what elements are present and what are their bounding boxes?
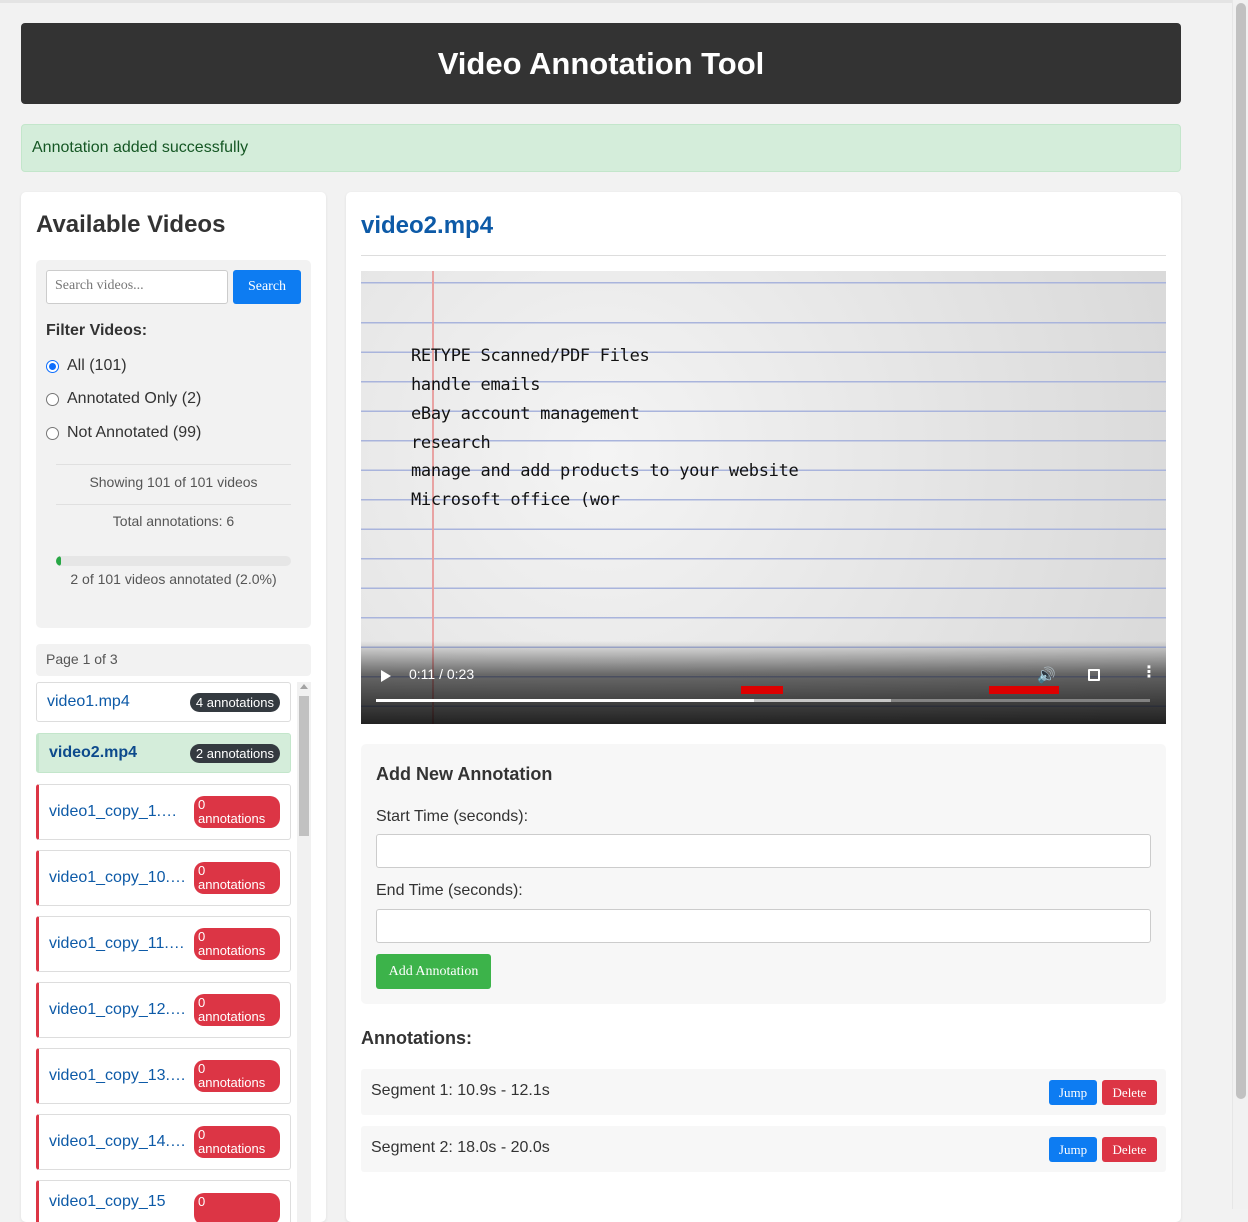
filter-option-label: Annotated Only (2) [67, 390, 202, 407]
video-sidebar: Available Videos Search videos... Search… [21, 192, 326, 1222]
annotation-row: Segment 1: 10.9s - 12.1s Jump Delete [361, 1069, 1166, 1115]
start-time-input[interactable] [376, 834, 1151, 868]
filter-label: Filter Videos: [46, 322, 148, 339]
annotation-count-badge: 0 annotations [194, 796, 280, 828]
seek-progress [376, 699, 755, 702]
annotation-row: Segment 2: 18.0s - 20.0s Jump Delete [361, 1126, 1166, 1172]
annotation-label: Segment 2: 18.0s - 20.0s [371, 1139, 550, 1156]
filter-option-label: All (101) [67, 357, 127, 374]
video-text-line: RETYPE Scanned/PDF Files [411, 346, 650, 366]
video-name: video1_copy_14.… [49, 1133, 186, 1150]
video-list-item-active[interactable]: video2.mp4 2 annotations [36, 733, 291, 773]
annotation-count-badge: 0 [194, 1193, 280, 1222]
add-annotation-button[interactable]: Add Annotation [376, 954, 491, 989]
annotation-count-badge: 0 annotations [194, 928, 280, 960]
video-list-item[interactable]: video1_copy_14.… 0 annotations [36, 1114, 291, 1170]
filter-option-all[interactable]: All (101) [46, 357, 127, 375]
video-list-item[interactable]: video1_copy_1.m… 0 annotations [36, 784, 291, 840]
search-button[interactable]: Search [233, 270, 301, 304]
scroll-up-arrow-icon[interactable] [300, 684, 308, 689]
annotation-count-badge: 2 annotations [189, 743, 280, 763]
filter-option-annotated[interactable]: Annotated Only (2) [46, 390, 201, 408]
fullscreen-icon[interactable] [1088, 669, 1100, 681]
radio-all[interactable] [46, 359, 59, 373]
video-name: video2.mp4 [49, 744, 138, 761]
add-annotation-form: Add New Annotation Start Time (seconds):… [361, 744, 1166, 1004]
annotation-marker [741, 686, 783, 694]
more-options-icon[interactable]: ⋮ [1141, 665, 1157, 681]
annotation-progress-bar [56, 556, 291, 566]
radio-annotated[interactable] [46, 392, 59, 406]
radio-not-annotated[interactable] [46, 426, 59, 440]
page-scrollbar-thumb[interactable] [1236, 3, 1246, 1099]
search-input[interactable]: Search videos... [46, 270, 228, 304]
video-list-scrollbar[interactable] [297, 682, 311, 1222]
video-list-item[interactable]: video1.mp4 4 annotations [36, 682, 291, 722]
video-name: video1_copy_13.… [49, 1067, 186, 1084]
volume-icon[interactable]: 🔊 [1037, 666, 1056, 684]
video-name: video1_copy_15 [49, 1193, 166, 1210]
jump-button[interactable]: Jump [1049, 1080, 1097, 1105]
video-text-line: eBay account management [411, 404, 640, 424]
main-panel: video2.mp4 RETYPE Scanned/PDF Files hand… [346, 192, 1181, 1222]
delete-button[interactable]: Delete [1102, 1137, 1157, 1162]
end-time-label: End Time (seconds): [376, 882, 523, 899]
progress-text: 2 of 101 videos annotated (2.0%) [70, 571, 277, 587]
video-player[interactable]: RETYPE Scanned/PDF Files handle emails e… [361, 271, 1166, 724]
annotation-count-badge: 0 annotations [194, 862, 280, 894]
annotations-heading: Annotations: [361, 1028, 472, 1048]
video-controls: 0:11 / 0:23 🔊 ⋮ [361, 641, 1166, 724]
annotation-count-badge: 4 annotations [189, 692, 280, 712]
seek-bar[interactable] [376, 699, 1150, 702]
jump-button[interactable]: Jump [1049, 1137, 1097, 1162]
annotation-count-badge: 0 annotations [194, 1126, 280, 1158]
annotation-progress-fill [56, 556, 61, 566]
start-time-label: Start Time (seconds): [376, 808, 529, 825]
sidebar-heading: Available Videos [36, 211, 226, 238]
end-time-input[interactable] [376, 909, 1151, 943]
page-scrollbar[interactable] [1232, 0, 1248, 1209]
scrollbar-thumb[interactable] [299, 696, 309, 836]
filter-option-label: Not Annotated (99) [67, 424, 202, 441]
window-top-border [0, 0, 1232, 3]
video-title: video2.mp4 [361, 212, 494, 239]
annotation-count-badge: 0 annotations [194, 1060, 280, 1092]
video-text-line: Microsoft office (wor [411, 490, 620, 510]
stats-divider [56, 464, 291, 465]
video-list: video1.mp4 4 annotations video2.mp4 2 an… [36, 682, 311, 1222]
title-divider [361, 255, 1166, 256]
filter-panel: Search videos... Search Filter Videos: A… [36, 260, 311, 628]
video-text-line: handle emails [411, 375, 541, 395]
video-list-item[interactable]: video1_copy_13.… 0 annotations [36, 1048, 291, 1104]
stats-divider [56, 504, 291, 505]
success-alert: Annotation added successfully [21, 124, 1181, 172]
app-title: Video Annotation Tool [437, 45, 765, 81]
video-text-line: research [411, 433, 491, 453]
video-list-item[interactable]: video1_copy_12.… 0 annotations [36, 982, 291, 1038]
page-indicator: Page 1 of 3 [36, 644, 311, 676]
app-header: Video Annotation Tool [21, 23, 1181, 104]
video-list-item[interactable]: video1_copy_11.… 0 annotations [36, 916, 291, 972]
filter-option-not-annotated[interactable]: Not Annotated (99) [46, 424, 201, 442]
annotation-label: Segment 1: 10.9s - 12.1s [371, 1082, 550, 1099]
video-name: video1_copy_11.… [49, 935, 185, 952]
video-list-item[interactable]: video1_copy_15 0 [36, 1180, 291, 1222]
video-list-item[interactable]: video1_copy_10.… 0 annotations [36, 850, 291, 906]
video-name: video1.mp4 [47, 693, 130, 710]
video-text-line: manage and add products to your website [411, 461, 799, 481]
video-name: video1_copy_1.m… [49, 803, 189, 820]
video-time: 0:11 / 0:23 [409, 666, 475, 682]
delete-button[interactable]: Delete [1102, 1080, 1157, 1105]
annotation-marker [989, 686, 1059, 694]
add-annotation-heading: Add New Annotation [376, 764, 553, 784]
showing-count: Showing 101 of 101 videos [89, 474, 258, 490]
total-annotations: Total annotations: 6 [112, 513, 235, 529]
play-icon[interactable] [381, 670, 391, 682]
video-name: video1_copy_12.… [49, 1001, 186, 1018]
annotation-count-badge: 0 annotations [194, 994, 280, 1026]
video-name: video1_copy_10.… [49, 869, 186, 886]
